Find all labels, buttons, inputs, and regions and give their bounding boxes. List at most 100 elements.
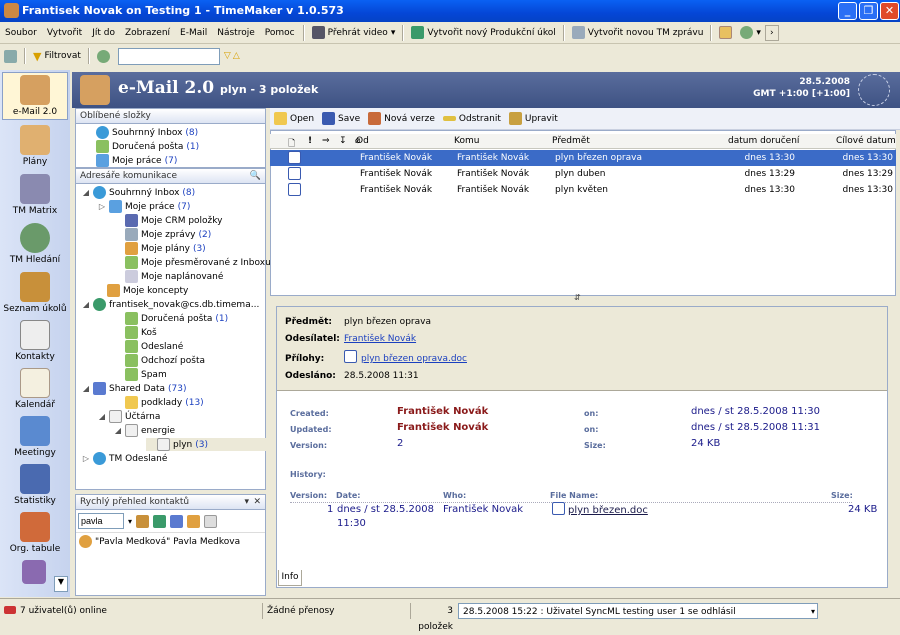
tree-item[interactable]: Moje přesměrované z Inboxu bbox=[114, 256, 274, 269]
tree-item[interactable]: ◢ Shared Data (73) bbox=[82, 382, 187, 395]
splitter-grip-icon[interactable]: ⇵ bbox=[574, 293, 581, 302]
table-row[interactable]: František Novák František Novák plyn květe… bbox=[270, 182, 896, 198]
person-blue-icon[interactable] bbox=[170, 514, 184, 528]
person-green-icon[interactable] bbox=[153, 514, 167, 528]
nav-tm-hledani[interactable]: TM Hledání bbox=[2, 223, 68, 265]
menu-soubor[interactable]: Soubor bbox=[0, 22, 42, 44]
open-button[interactable]: Open bbox=[270, 109, 318, 129]
menu-zobrazeni[interactable]: Zobrazení bbox=[120, 22, 175, 44]
nav-statistiky[interactable]: Statistiky bbox=[2, 464, 68, 506]
tab-info[interactable]: Info bbox=[278, 570, 302, 586]
chevron-down-icon[interactable]: ▾ bbox=[811, 604, 815, 620]
menu-pomoc[interactable]: Pomoc bbox=[260, 22, 300, 44]
nav-tm-matrix[interactable]: TM Matrix bbox=[2, 174, 68, 216]
tree-item[interactable]: ◢ frantisek_novak@cs.db.timema... bbox=[82, 298, 262, 311]
dropdown-icon[interactable]: ▾ bbox=[244, 495, 249, 510]
copy-button[interactable] bbox=[715, 23, 736, 43]
tree-item[interactable]: ▷ TM Odeslané bbox=[82, 452, 170, 465]
search-button[interactable]: ▾ bbox=[736, 23, 765, 43]
nav-kalendar[interactable]: Kalendář bbox=[2, 368, 68, 410]
overflow-button[interactable]: › bbox=[764, 24, 779, 41]
tree-item[interactable]: Moje plány (3) bbox=[114, 242, 206, 255]
grid-icon[interactable] bbox=[204, 514, 218, 528]
contact-action-icon[interactable] bbox=[136, 514, 150, 528]
fav-item[interactable]: Doručená pošta (1) bbox=[96, 140, 199, 153]
col-target[interactable]: Cílové datum bbox=[836, 136, 896, 146]
nav-org-tabule[interactable]: Org. tabule bbox=[2, 512, 68, 554]
sender-link[interactable]: František Novák bbox=[344, 334, 416, 344]
tree-item[interactable]: podklady (13) bbox=[114, 396, 204, 409]
tree-item[interactable]: ◢ Souhrnný Inbox (8) bbox=[82, 186, 195, 199]
filter-down-icon[interactable]: ▽ bbox=[224, 51, 231, 61]
print-button[interactable] bbox=[0, 46, 21, 66]
menu-nastroje[interactable]: Nástroje bbox=[212, 22, 260, 44]
tree-item[interactable]: Moje koncepty bbox=[96, 284, 191, 297]
attachment-link[interactable]: plyn březen oprava.doc bbox=[361, 354, 467, 364]
expand-toggle-icon[interactable]: ▷ bbox=[82, 454, 90, 463]
expand-toggle-icon[interactable]: ◢ bbox=[98, 412, 106, 421]
filter-input[interactable] bbox=[117, 47, 220, 65]
tree-item[interactable]: Doručená pošta (1) bbox=[114, 312, 228, 325]
close-icon[interactable]: ✕ bbox=[253, 495, 261, 510]
tree-item[interactable]: ◢ energie bbox=[114, 424, 178, 437]
col-priority-icon[interactable]: ! bbox=[308, 136, 312, 146]
expand-toggle-icon[interactable]: ▷ bbox=[98, 202, 106, 211]
tree-item[interactable]: Odchozí pošta bbox=[114, 354, 208, 367]
menu-vytvorit[interactable]: Vytvořit bbox=[42, 22, 87, 44]
nav-kontakty[interactable]: Kontakty bbox=[2, 320, 68, 362]
nav-meetingy[interactable]: Meetingy bbox=[2, 416, 68, 458]
search-icon[interactable]: 🔍 bbox=[250, 169, 261, 184]
find-button[interactable] bbox=[93, 46, 114, 66]
col-delivered[interactable]: datum doručení bbox=[728, 136, 799, 146]
table-row[interactable]: František Novák František Novák plyn duben… bbox=[270, 166, 896, 182]
nav-plany[interactable]: Plány bbox=[2, 125, 68, 167]
table-row[interactable]: František Novák František Novák plyn březe… bbox=[270, 150, 896, 166]
status-message-box[interactable]: 28.5.2008 15:22 : Uživatel SyncML testin… bbox=[458, 603, 818, 619]
menu-jit-do[interactable]: Jít do bbox=[87, 22, 120, 44]
edit-button[interactable]: Upravit bbox=[505, 109, 562, 129]
expand-toggle-icon[interactable]: ◢ bbox=[82, 384, 90, 393]
fav-item[interactable]: Souhrnný Inbox (8) bbox=[96, 126, 198, 139]
col-to[interactable]: Komu bbox=[454, 136, 479, 146]
col-flag-icon[interactable]: ↧ bbox=[339, 136, 347, 146]
new-version-button[interactable]: Nová verze bbox=[364, 109, 439, 129]
tree-item[interactable]: Odeslané bbox=[114, 340, 186, 353]
filter-up-icon[interactable]: △ bbox=[233, 51, 240, 61]
minimize-button[interactable]: _ bbox=[838, 2, 857, 20]
folder-icon bbox=[109, 200, 122, 213]
maximize-button[interactable]: ❐ bbox=[859, 2, 878, 20]
tree-item[interactable]: Spam bbox=[114, 368, 170, 381]
contact-result[interactable]: "Pavla Medková" Pavla Medkova bbox=[79, 535, 240, 548]
more-nav-icon[interactable] bbox=[22, 560, 46, 584]
dropdown-arrow-icon[interactable]: ▾ bbox=[128, 517, 132, 526]
contact-search-input[interactable] bbox=[78, 513, 124, 529]
pencil-icon bbox=[508, 112, 522, 125]
col-subject[interactable]: Předmět bbox=[552, 136, 590, 146]
hist-col-filename: File Name: bbox=[550, 491, 599, 500]
nav-email[interactable]: e-Mail 2.0 bbox=[2, 72, 68, 120]
filter-button[interactable]: ▼ Filtrovat bbox=[29, 46, 85, 66]
menu-email[interactable]: E-Mail bbox=[175, 22, 212, 44]
new-task-button[interactable]: Vytvořit nový Produkční úkol bbox=[407, 23, 559, 43]
tree-item[interactable]: Moje CRM položky bbox=[114, 214, 226, 227]
close-button[interactable]: ✕ bbox=[880, 2, 899, 20]
tree-item[interactable]: ▷ Moje práce (7) bbox=[98, 200, 190, 213]
person-orange-icon[interactable] bbox=[187, 514, 201, 528]
expand-toggle-icon[interactable]: ◢ bbox=[82, 300, 90, 309]
tree-item[interactable]: Moje naplánované bbox=[114, 270, 226, 283]
new-tm-message-button[interactable]: Vytvořit novou TM zprávu bbox=[568, 23, 708, 43]
save-button[interactable]: Save bbox=[318, 109, 364, 129]
nav-scroll-down[interactable]: ▼ bbox=[54, 576, 68, 592]
nav-seznam-ukolu[interactable]: Seznam úkolů bbox=[2, 272, 68, 314]
delete-button[interactable]: Odstranit bbox=[439, 109, 505, 129]
col-forward-icon[interactable]: ⇒ bbox=[322, 136, 330, 146]
tree-item[interactable]: Moje zprávy (2) bbox=[114, 228, 211, 241]
hist-file-link[interactable]: plyn březen.doc bbox=[568, 505, 648, 516]
fav-item[interactable]: Moje práce (7) bbox=[96, 154, 177, 167]
tree-item[interactable]: Koš bbox=[114, 326, 160, 339]
play-video-button[interactable]: Přehrát video ▾ bbox=[308, 23, 400, 43]
expand-toggle-icon[interactable]: ◢ bbox=[82, 188, 90, 197]
col-from[interactable]: Od bbox=[356, 136, 369, 146]
expand-toggle-icon[interactable]: ◢ bbox=[114, 426, 122, 435]
tree-item[interactable]: ◢ Účtárna bbox=[98, 410, 163, 423]
